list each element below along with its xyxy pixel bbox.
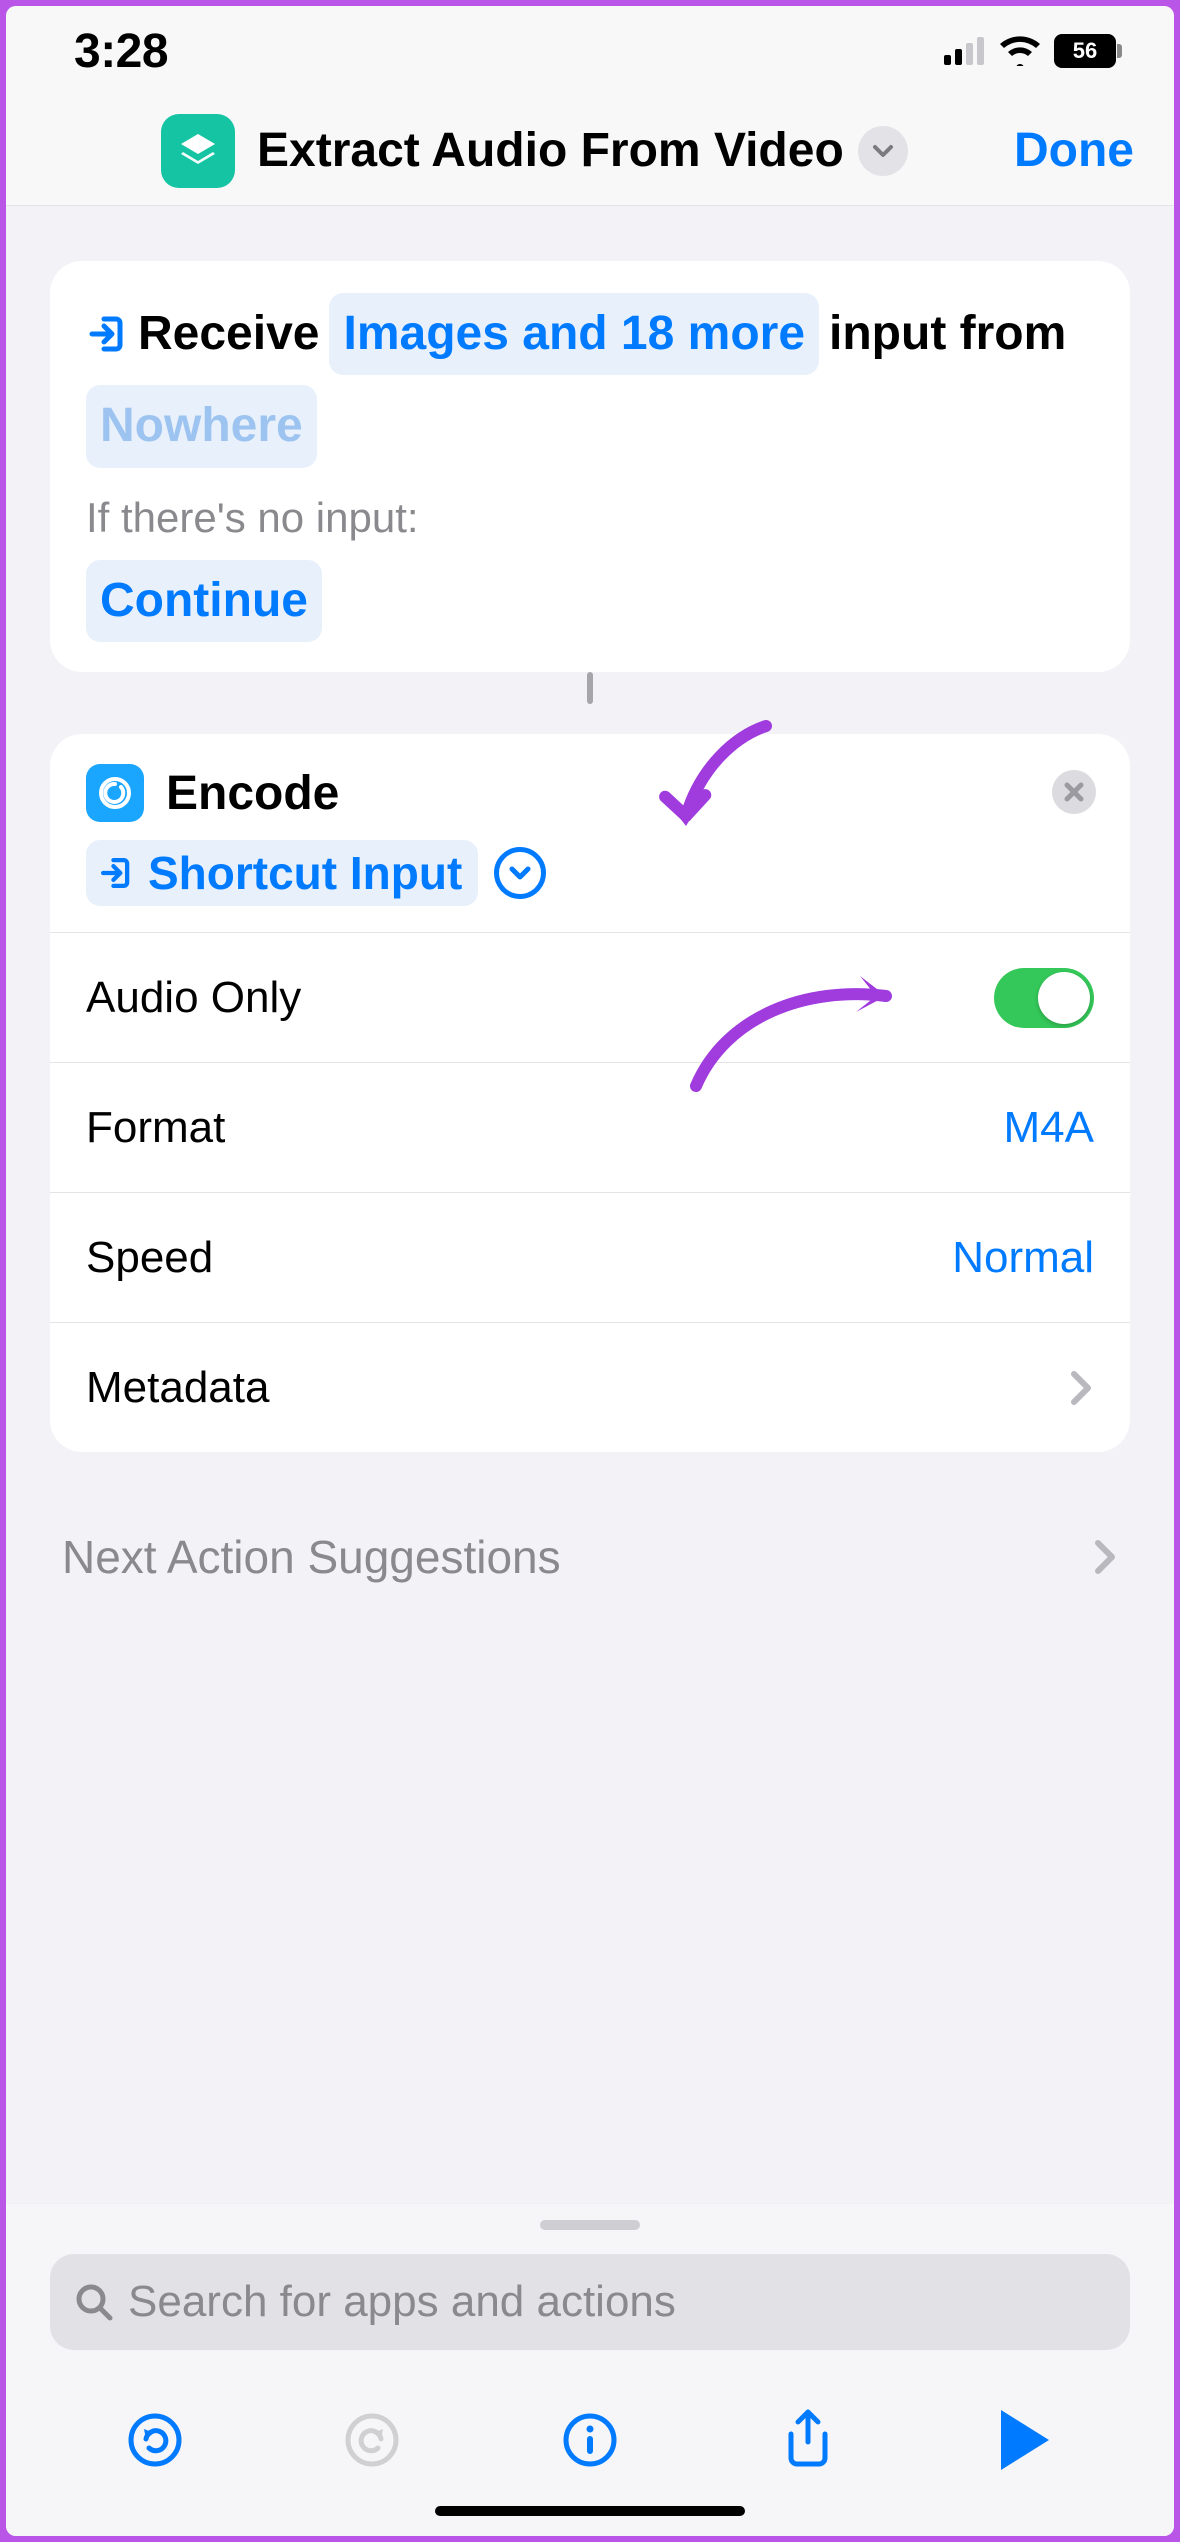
audio-only-label: Audio Only bbox=[86, 973, 301, 1023]
shortcut-title[interactable]: Extract Audio From Video bbox=[257, 123, 844, 178]
noinput-action-row: Continue bbox=[86, 560, 1094, 642]
encode-disclosure-button[interactable] bbox=[494, 847, 546, 899]
info-button[interactable] bbox=[558, 2408, 622, 2472]
suggestions-label: Next Action Suggestions bbox=[62, 1530, 561, 1584]
action-search-panel: Search for apps and actions bbox=[6, 2203, 1174, 2536]
audio-only-row: Audio Only bbox=[50, 932, 1130, 1062]
search-input[interactable]: Search for apps and actions bbox=[50, 2254, 1130, 2350]
format-label: Format bbox=[86, 1103, 225, 1153]
search-placeholder: Search for apps and actions bbox=[128, 2277, 676, 2327]
home-indicator[interactable] bbox=[435, 2506, 745, 2516]
undo-button[interactable] bbox=[123, 2408, 187, 2472]
encode-input-pill[interactable]: Shortcut Input bbox=[86, 840, 478, 906]
play-icon bbox=[1001, 2410, 1049, 2470]
chevron-right-icon bbox=[1068, 1368, 1094, 1408]
editor-header: Extract Audio From Video Done bbox=[6, 96, 1174, 206]
done-button[interactable]: Done bbox=[1014, 123, 1134, 178]
noinput-action-pill[interactable]: Continue bbox=[86, 560, 322, 642]
input-icon bbox=[86, 313, 128, 355]
phone-frame: 3:28 56 Extract Audio From Video Done bbox=[6, 6, 1174, 2536]
encode-header: Encode Shortcut Input bbox=[50, 734, 1130, 932]
redo-button[interactable] bbox=[340, 2408, 404, 2472]
wifi-icon bbox=[998, 36, 1042, 66]
metadata-row[interactable]: Metadata bbox=[50, 1322, 1130, 1452]
status-time: 3:28 bbox=[74, 24, 168, 79]
panel-grabber[interactable] bbox=[540, 2220, 640, 2230]
delete-action-button[interactable] bbox=[1052, 770, 1096, 814]
title-menu-button[interactable] bbox=[858, 126, 908, 176]
noinput-label: If there's no input: bbox=[86, 494, 1094, 542]
encode-title: Encode bbox=[166, 766, 339, 821]
metadata-label: Metadata bbox=[86, 1363, 269, 1413]
speed-row[interactable]: Speed Normal bbox=[50, 1192, 1130, 1322]
audio-only-toggle[interactable] bbox=[994, 968, 1094, 1028]
shortcut-app-icon[interactable] bbox=[161, 114, 235, 188]
receive-source-pill[interactable]: Nowhere bbox=[86, 385, 317, 467]
battery-pct: 56 bbox=[1073, 38, 1097, 64]
encode-input-label: Shortcut Input bbox=[148, 846, 462, 900]
battery-icon: 56 bbox=[1054, 34, 1116, 68]
cellular-icon bbox=[944, 37, 986, 65]
format-value: M4A bbox=[1004, 1103, 1094, 1153]
speed-value: Normal bbox=[952, 1233, 1094, 1283]
run-button[interactable] bbox=[993, 2408, 1057, 2472]
editor-canvas: Receive Images and 18 more input from No… bbox=[6, 206, 1174, 2203]
editor-toolbar bbox=[6, 2350, 1174, 2506]
receive-middle: input from bbox=[829, 297, 1066, 371]
encode-app-icon bbox=[86, 764, 144, 822]
action-connector bbox=[587, 672, 593, 704]
status-indicators: 56 bbox=[944, 34, 1116, 68]
receive-types-pill[interactable]: Images and 18 more bbox=[329, 293, 819, 375]
format-row[interactable]: Format M4A bbox=[50, 1062, 1130, 1192]
chevron-right-icon bbox=[1092, 1537, 1118, 1577]
receive-verb: Receive bbox=[138, 297, 319, 371]
status-bar: 3:28 56 bbox=[6, 6, 1174, 96]
next-action-suggestions[interactable]: Next Action Suggestions bbox=[62, 1530, 1118, 1584]
share-button[interactable] bbox=[776, 2408, 840, 2472]
speed-label: Speed bbox=[86, 1233, 213, 1283]
search-icon bbox=[74, 2282, 114, 2322]
encode-action-card[interactable]: Encode Shortcut Input Audio Only bbox=[50, 734, 1130, 1452]
receive-action-card[interactable]: Receive Images and 18 more input from No… bbox=[50, 261, 1130, 672]
receive-row: Receive Images and 18 more input from No… bbox=[86, 293, 1094, 468]
